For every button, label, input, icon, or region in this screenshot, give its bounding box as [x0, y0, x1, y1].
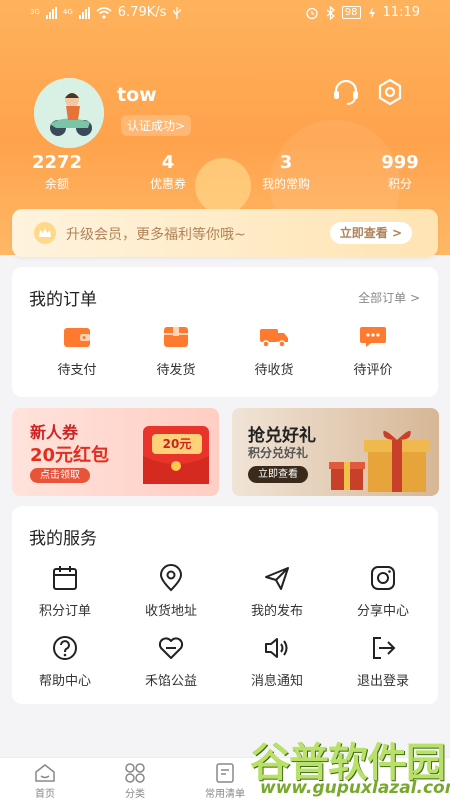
order-label: 待发货 [156, 363, 196, 378]
location-icon [159, 564, 183, 592]
tab-home[interactable]: 首页 [10, 763, 80, 800]
signal-label-2: 4G [62, 8, 73, 16]
order-pending-shipment[interactable]: 待发货 [126, 325, 226, 378]
crown-icon [34, 222, 56, 244]
send-icon [265, 567, 289, 590]
avatar[interactable] [34, 78, 104, 148]
order-label: 待支付 [57, 363, 97, 378]
service-label: 消息通知 [250, 674, 303, 689]
network-speed: 6.79K/s [117, 5, 167, 20]
orders-title: 我的订单 [29, 290, 97, 310]
gift-box-icon [364, 430, 430, 492]
vip-upgrade-banner[interactable]: 升级会员，更多福利等你哦~ 立即查看 > [12, 209, 438, 257]
truck-icon [260, 329, 288, 348]
wallet-icon [64, 328, 90, 347]
watermark: 谷普软件园 www.gupuxlazal.com [250, 730, 450, 800]
service-charity[interactable]: 禾馅公益 [118, 634, 224, 689]
stat-frequent-purchases[interactable]: 3 我的常购 [231, 152, 341, 192]
battery-indicator: 98 [341, 6, 361, 19]
stat-label: 积分 [387, 177, 412, 191]
service-label: 禾馅公益 [144, 674, 197, 689]
promo-title: 新人券 [30, 423, 79, 442]
services-card: 我的服务 积分订单 收货地址 我的发布 分享中心 帮助中心 禾馅公益 消息通知 … [12, 506, 438, 704]
claim-coupon-button[interactable]: 点击领取 [30, 468, 90, 483]
new-user-coupon-banner[interactable]: 新人券 20元红包 点击领取 20元 [12, 408, 219, 496]
home-icon [35, 764, 55, 782]
service-points-orders[interactable]: 积分订单 [12, 564, 118, 619]
services-title: 我的服务 [29, 529, 97, 549]
service-address[interactable]: 收货地址 [118, 564, 224, 619]
red-packet-icon: 20元 [143, 426, 209, 484]
calendar-icon [53, 566, 77, 590]
help-icon [53, 636, 77, 660]
comment-icon [360, 327, 386, 347]
stat-balance[interactable]: 2272 余额 [2, 152, 112, 192]
order-pending-payment[interactable]: 待支付 [27, 325, 127, 378]
alarm-icon [306, 7, 318, 19]
status-right: 98 11:19 [305, 5, 420, 20]
view-gifts-button[interactable]: 立即查看 [248, 466, 308, 483]
list-icon [216, 763, 234, 783]
charging-icon [368, 6, 375, 19]
service-help-center[interactable]: 帮助中心 [12, 634, 118, 689]
service-label: 帮助中心 [38, 674, 91, 689]
verify-status-badge[interactable]: 认证成功> [121, 115, 192, 136]
stat-points[interactable]: 999 积分 [345, 152, 450, 192]
points-redeem-banner[interactable]: 抢兑好礼 积分兑好礼 立即查看 [232, 408, 439, 496]
stat-label: 我的常购 [261, 177, 310, 191]
tab-label: 首页 [35, 789, 55, 800]
all-orders-link[interactable]: 全部订单 > [358, 289, 420, 306]
vip-view-button[interactable]: 立即查看 > [329, 222, 412, 244]
category-icon [125, 763, 145, 783]
stat-label: 余额 [44, 177, 69, 191]
settings-icon[interactable] [375, 77, 405, 107]
status-bar: 3G 4G 6.79K/s 98 11:19 [0, 0, 450, 28]
service-label: 积分订单 [38, 604, 91, 619]
tab-label: 常用清单 [205, 789, 245, 800]
account-stats: 2272 余额 4 优惠券 3 我的常购 999 积分 [0, 152, 450, 197]
tab-label: 分类 [125, 789, 145, 800]
speaker-icon [265, 638, 288, 658]
service-notifications[interactable]: 消息通知 [224, 634, 330, 689]
box-icon [164, 327, 188, 347]
watermark-url: www.gupuxlazal.com [260, 778, 450, 798]
order-pending-review[interactable]: 待评价 [323, 325, 423, 378]
usb-icon [173, 6, 182, 19]
stat-coupons[interactable]: 4 优惠券 [113, 152, 223, 192]
signal-label-1: 3G [30, 8, 40, 16]
order-pending-receipt[interactable]: 待收货 [224, 325, 324, 378]
status-left: 3G 4G 6.79K/s [30, 5, 182, 20]
stat-value: 999 [381, 152, 419, 173]
customer-service-icon[interactable] [331, 77, 361, 107]
promo-title: 抢兑好礼 [248, 426, 316, 446]
service-label: 分享中心 [356, 604, 409, 619]
heart-icon [158, 637, 184, 659]
promo-subtitle: 积分兑好礼 [248, 446, 309, 460]
stat-value: 3 [279, 152, 293, 173]
stat-label: 优惠券 [149, 177, 186, 191]
order-label: 待收货 [254, 363, 294, 378]
order-label: 待评价 [353, 363, 393, 378]
logout-icon [373, 637, 396, 659]
stat-value: 4 [161, 152, 175, 173]
bluetooth-icon [326, 5, 335, 20]
username: tow [117, 84, 157, 106]
service-logout[interactable]: 退出登录 [330, 634, 436, 689]
avatar-illustration [34, 78, 104, 148]
wifi-icon [96, 6, 112, 19]
tab-category[interactable]: 分类 [100, 763, 170, 800]
service-label: 收货地址 [144, 604, 197, 619]
share-icon [371, 566, 395, 590]
vip-banner-text: 升级会员，更多福利等你哦~ [66, 227, 246, 243]
clock: 11:19 [382, 5, 420, 20]
service-share-center[interactable]: 分享中心 [330, 564, 436, 619]
signal-bars-icon [45, 6, 57, 19]
promo-subtitle: 20元红包 [30, 445, 110, 466]
service-label: 退出登录 [356, 674, 409, 689]
service-label: 我的发布 [250, 604, 303, 619]
stat-value: 2272 [31, 152, 83, 173]
service-my-posts[interactable]: 我的发布 [224, 564, 330, 619]
orders-card: 我的订单 全部订单 > 待支付 待发货 待收货 待评价 [12, 267, 438, 397]
signal-bars-icon [78, 6, 90, 19]
